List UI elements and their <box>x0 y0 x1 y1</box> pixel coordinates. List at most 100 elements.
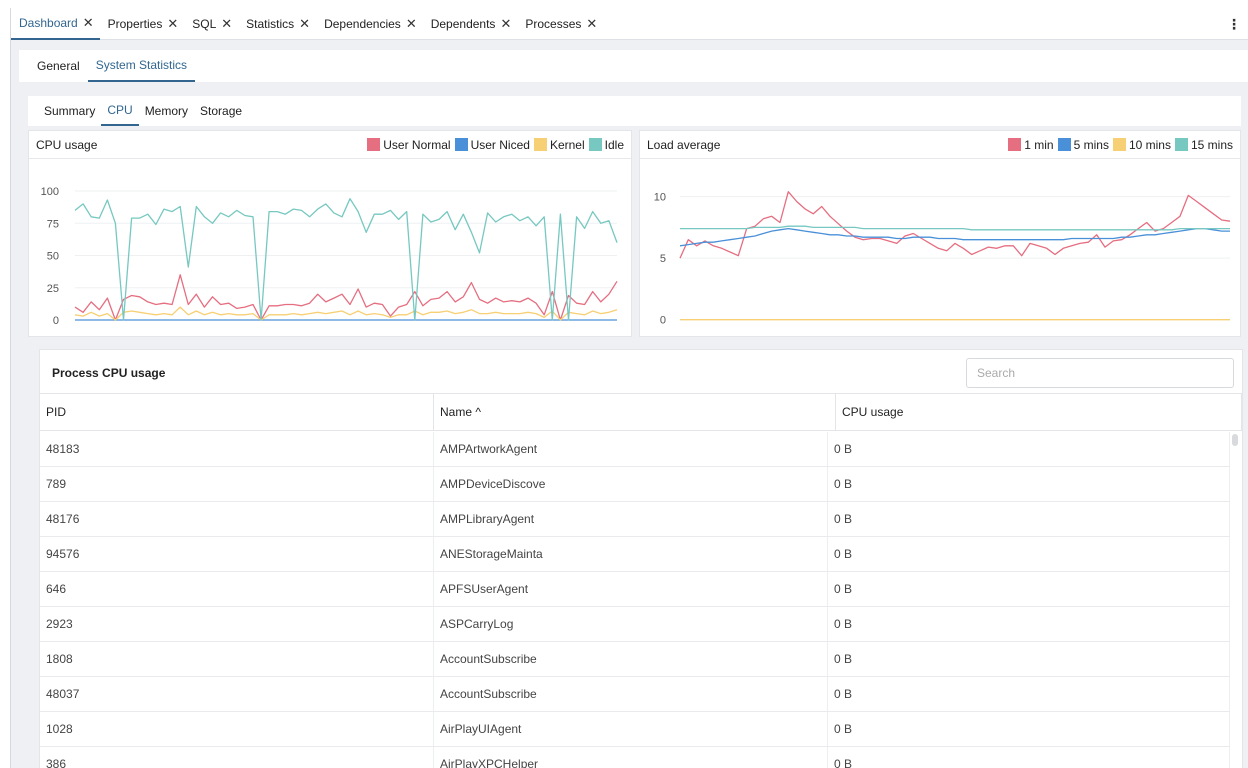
cell-name: ANEStorageMainta <box>434 537 828 571</box>
y-tick-label: 25 <box>47 283 59 295</box>
tab-cpu[interactable]: CPU <box>101 96 139 126</box>
legend-user-niced[interactable]: User Niced <box>454 137 530 152</box>
tab-dependents[interactable]: Dependents ✕ <box>423 8 518 40</box>
legend-label: 1 min <box>1024 137 1054 152</box>
statistics-tabs: Summary CPU Memory Storage <box>28 96 1241 126</box>
legend-swatch <box>588 138 602 151</box>
table-row[interactable]: 2923 ASPCarryLog 0 B <box>40 607 1230 642</box>
cell-cpu-usage: 0 B <box>828 642 1230 676</box>
cell-cpu-usage: 0 B <box>828 677 1230 711</box>
cell-name: AMPLibraryAgent <box>434 502 828 536</box>
y-tick-label: 50 <box>47 251 59 263</box>
table-row[interactable]: 386 AirPlayXPCHelper 0 B <box>40 747 1230 768</box>
load-average-panel: Load average 1 min 5 mins 10 mins 15 min… <box>639 130 1241 337</box>
cpu-usage-panel: CPU usage User Normal User Niced Kernel … <box>28 130 632 337</box>
table-row[interactable]: 1028 AirPlayUIAgent 0 B <box>40 712 1230 747</box>
table-row[interactable]: 789 AMPDeviceDiscove 0 B <box>40 467 1230 502</box>
tab-processes[interactable]: Processes ✕ <box>517 8 603 40</box>
tab-label: Statistics <box>246 16 295 31</box>
table-row[interactable]: 646 APFSUserAgent 0 B <box>40 572 1230 607</box>
cell-name: ASPCarryLog <box>434 607 828 641</box>
cpu-usage-header: CPU usage User Normal User Niced Kernel … <box>29 131 631 159</box>
legend-user-normal[interactable]: User Normal <box>367 137 451 152</box>
dashboard-subtabs: General System Statistics <box>19 50 1248 82</box>
cpu-usage-title: CPU usage <box>36 137 98 152</box>
y-tick-label: 100 <box>41 186 59 198</box>
process-cpu-usage-title: Process CPU usage <box>52 366 166 380</box>
legend-15-mins[interactable]: 15 mins <box>1174 137 1233 152</box>
table-row[interactable]: 94576 ANEStorageMainta 0 B <box>40 537 1230 572</box>
column-header-cpu-usage[interactable]: CPU usage <box>836 394 1242 430</box>
close-icon[interactable]: ✕ <box>167 16 178 32</box>
tab-label: Properties <box>107 16 163 31</box>
legend-label: Kernel <box>549 137 585 152</box>
cell-cpu-usage: 0 B <box>828 502 1230 536</box>
more-options-icon[interactable]: ⋮ <box>1227 16 1241 33</box>
legend-label: Idle <box>604 137 624 152</box>
series-line-1-min <box>679 191 1231 259</box>
table-header: PID Name ^ CPU usage <box>40 393 1242 431</box>
tab-sql[interactable]: SQL ✕ <box>184 8 238 40</box>
legend-label: 10 mins <box>1128 137 1171 152</box>
table-row[interactable]: 48176 AMPLibraryAgent 0 B <box>40 502 1230 537</box>
load-legend: 1 min 5 mins 10 mins 15 mins <box>1004 138 1233 152</box>
legend-idle[interactable]: Idle <box>588 137 624 152</box>
tab-statistics[interactable]: Statistics ✕ <box>238 8 316 40</box>
tab-storage[interactable]: Storage <box>194 96 248 126</box>
table-row[interactable]: 48037 AccountSubscribe 0 B <box>40 677 1230 712</box>
cell-name: AccountSubscribe <box>434 642 828 676</box>
tab-system-statistics[interactable]: System Statistics <box>87 50 196 82</box>
column-header-name[interactable]: Name ^ <box>434 394 836 430</box>
tab-label: Dependents <box>430 16 496 31</box>
legend-swatch <box>1057 138 1071 151</box>
table-row[interactable]: 1808 AccountSubscribe 0 B <box>40 642 1230 677</box>
tab-memory[interactable]: Memory <box>139 96 194 126</box>
close-icon[interactable]: ✕ <box>500 16 511 32</box>
cell-cpu-usage: 0 B <box>828 712 1230 746</box>
tab-summary[interactable]: Summary <box>38 96 101 126</box>
close-icon[interactable]: ✕ <box>406 16 417 32</box>
tab-dependencies[interactable]: Dependencies ✕ <box>316 8 423 40</box>
legend-swatch <box>533 138 547 151</box>
cell-name: APFSUserAgent <box>434 572 828 606</box>
legend-swatch <box>367 138 381 151</box>
close-icon[interactable]: ✕ <box>221 16 232 32</box>
search-input[interactable] <box>966 358 1234 388</box>
tab-label: Dashboard <box>19 15 78 30</box>
cell-pid: 48176 <box>40 502 434 536</box>
legend-label: 15 mins <box>1190 137 1233 152</box>
cell-pid: 1808 <box>40 642 434 676</box>
close-icon[interactable]: ✕ <box>586 16 597 32</box>
table-scrollbar[interactable] <box>1231 434 1239 768</box>
cell-cpu-usage: 0 B <box>828 747 1230 768</box>
tab-general[interactable]: General <box>29 50 88 82</box>
cpu-usage-chart: 100 75 50 25 0 <box>41 186 618 327</box>
tab-properties[interactable]: Properties ✕ <box>100 8 185 40</box>
cell-name: AirPlayUIAgent <box>434 712 828 746</box>
legend-10-mins[interactable]: 10 mins <box>1112 137 1171 152</box>
legend-label: User Niced <box>470 137 530 152</box>
legend-swatch <box>1174 138 1188 151</box>
legend-swatch <box>1008 138 1022 151</box>
table-row[interactable]: 48183 AMPArtworkAgent 0 B <box>40 432 1230 467</box>
tab-dashboard[interactable]: Dashboard ✕ <box>11 8 100 40</box>
cell-cpu-usage: 0 B <box>828 537 1230 571</box>
y-tick-label: 10 <box>654 192 666 204</box>
scrollbar-thumb[interactable] <box>1232 434 1238 446</box>
load-average-chart: 10 5 0 <box>654 191 1231 327</box>
close-icon[interactable]: ✕ <box>83 15 94 31</box>
y-tick-label: 0 <box>660 315 666 327</box>
series-line-kernel <box>74 306 618 321</box>
tab-label: Dependencies <box>324 16 401 31</box>
legend-label: User Normal <box>383 137 451 152</box>
cell-name: AMPDeviceDiscove <box>434 467 828 501</box>
cell-cpu-usage: 0 B <box>828 432 1230 466</box>
legend-5-mins[interactable]: 5 mins <box>1057 138 1109 152</box>
cell-cpu-usage: 0 B <box>828 607 1230 641</box>
dashboard-app: Dashboard ✕ Properties ✕ SQL ✕ Statistic… <box>10 8 1248 768</box>
column-header-pid[interactable]: PID <box>40 394 434 430</box>
legend-kernel[interactable]: Kernel <box>533 137 585 152</box>
cell-pid: 386 <box>40 747 434 768</box>
legend-1-min[interactable]: 1 min <box>1008 137 1054 152</box>
close-icon[interactable]: ✕ <box>299 16 310 32</box>
